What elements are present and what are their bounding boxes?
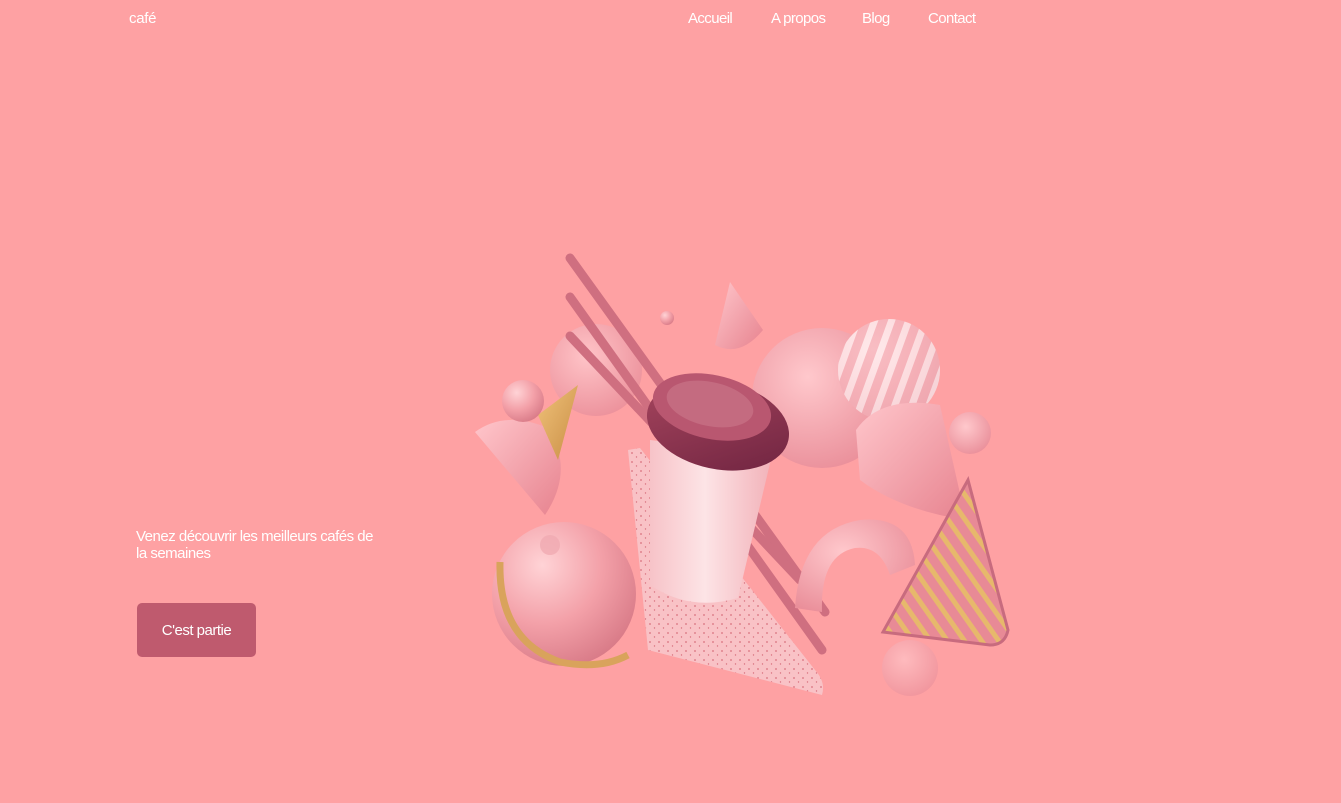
- brand-logo[interactable]: café: [129, 10, 156, 27]
- nav-item-blog[interactable]: Blog: [862, 10, 890, 27]
- nav-item-accueil[interactable]: Accueil: [688, 10, 733, 27]
- cta-button[interactable]: C'est partie: [137, 603, 256, 657]
- nav-item-contact[interactable]: Contact: [928, 10, 976, 27]
- page: café Accueil A propos Blog Contact Venez…: [0, 0, 1341, 803]
- hero-tagline: Venez découvrir les meilleurs cafés de l…: [136, 528, 373, 562]
- coffee-illustration: [475, 253, 1010, 696]
- nav-item-a-propos[interactable]: A propos: [771, 10, 826, 27]
